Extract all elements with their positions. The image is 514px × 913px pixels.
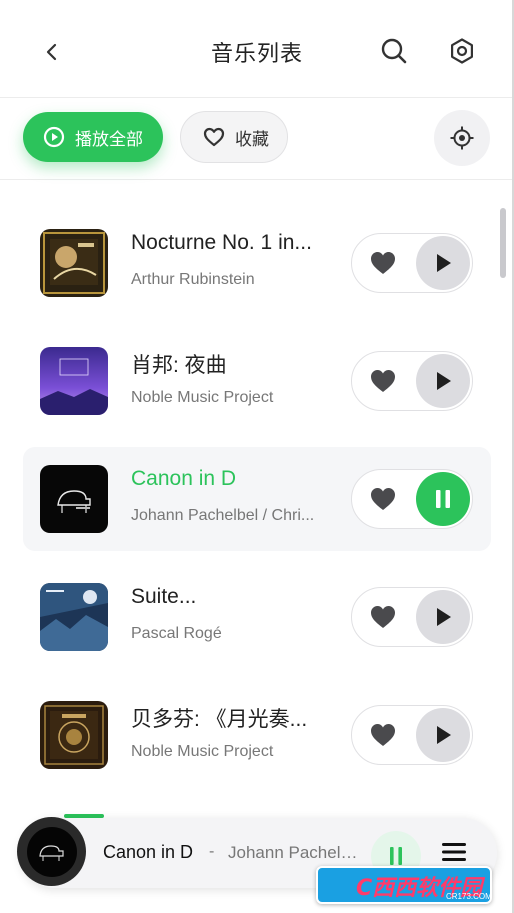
track-title: 肖邦: 夜曲	[131, 354, 227, 377]
track-row[interactable]: 贝多芬: 《月光奏... Noble Music Project	[23, 683, 491, 787]
track-title: Canon in D	[131, 467, 237, 490]
play-icon	[437, 608, 451, 626]
like-button[interactable]	[368, 366, 398, 396]
track-controls	[351, 587, 473, 647]
heart-icon	[371, 370, 395, 392]
like-button[interactable]	[368, 602, 398, 632]
track-row[interactable]: 肖邦: 夜曲 Noble Music Project	[23, 329, 491, 433]
track-row-active[interactable]: Canon in D Johann Pachelbel / Chri...	[23, 447, 491, 551]
site-watermark: C西西软件园 CR173.COM	[316, 866, 492, 904]
play-button[interactable]	[416, 236, 470, 290]
track-controls	[351, 233, 473, 293]
track-artist: Noble Music Project	[131, 743, 274, 760]
track-list[interactable]: Nocturne No. 1 in... Arthur Rubinstein 肖…	[0, 181, 514, 913]
heart-outline-icon	[203, 127, 225, 147]
pause-button[interactable]	[416, 472, 470, 526]
page-title: 音乐列表	[210, 42, 303, 67]
pause-icon	[390, 847, 402, 865]
play-icon	[437, 372, 451, 390]
watermark-domain: CR173.COM	[446, 892, 492, 901]
search-icon	[381, 38, 407, 64]
heart-icon	[371, 488, 395, 510]
track-title: 贝多芬: 《月光奏...	[131, 708, 308, 731]
mini-player-separator: -	[209, 843, 215, 860]
track-artist: Pascal Rogé	[131, 625, 222, 642]
play-icon	[437, 254, 451, 272]
like-button[interactable]	[368, 720, 398, 750]
play-button[interactable]	[416, 708, 470, 762]
album-cover	[40, 229, 108, 297]
search-button[interactable]	[376, 33, 412, 69]
menu-icon	[442, 843, 466, 861]
track-controls	[351, 351, 473, 411]
playlist-menu-button[interactable]	[438, 836, 470, 868]
track-artist: Noble Music Project	[131, 389, 274, 406]
heart-icon	[371, 724, 395, 746]
album-cover	[40, 347, 108, 415]
track-controls	[351, 469, 473, 529]
album-cover	[40, 583, 108, 651]
gear-icon	[451, 38, 473, 64]
like-button[interactable]	[368, 248, 398, 278]
play-all-button[interactable]: 播放全部	[23, 112, 163, 162]
play-circle-icon	[43, 126, 65, 148]
favorites-label: 收藏	[235, 129, 269, 150]
mini-player-disc[interactable]	[17, 817, 86, 886]
heart-icon	[371, 606, 395, 628]
mini-player-cover	[26, 826, 77, 877]
track-title: Suite...	[131, 585, 197, 608]
track-row[interactable]: Nocturne No. 1 in... Arthur Rubinstein	[23, 211, 491, 315]
album-cover	[40, 701, 108, 769]
play-button[interactable]	[416, 590, 470, 644]
like-button[interactable]	[368, 484, 398, 514]
play-button[interactable]	[416, 354, 470, 408]
mini-player-artist: Johann Pachelb...	[228, 843, 364, 862]
play-all-label: 播放全部	[75, 129, 143, 150]
track-title: Nocturne No. 1 in...	[131, 231, 312, 254]
heart-icon	[371, 252, 395, 274]
list-scrollbar[interactable]	[500, 208, 506, 278]
play-icon	[437, 726, 451, 744]
track-controls	[351, 705, 473, 765]
locate-icon	[450, 126, 474, 150]
locate-current-button[interactable]	[434, 110, 490, 166]
track-row[interactable]: Suite... Pascal Rogé	[23, 565, 491, 669]
album-cover	[40, 465, 108, 533]
settings-button[interactable]	[444, 33, 480, 69]
mini-player-title: Canon in D	[103, 842, 194, 862]
track-artist: Arthur Rubinstein	[131, 271, 255, 288]
track-artist: Johann Pachelbel / Chri...	[131, 507, 315, 524]
favorites-button[interactable]: 收藏	[180, 111, 288, 163]
pause-icon	[436, 490, 450, 508]
app-header: 音乐列表	[0, 0, 514, 98]
action-toolbar: 播放全部 收藏	[0, 98, 514, 180]
